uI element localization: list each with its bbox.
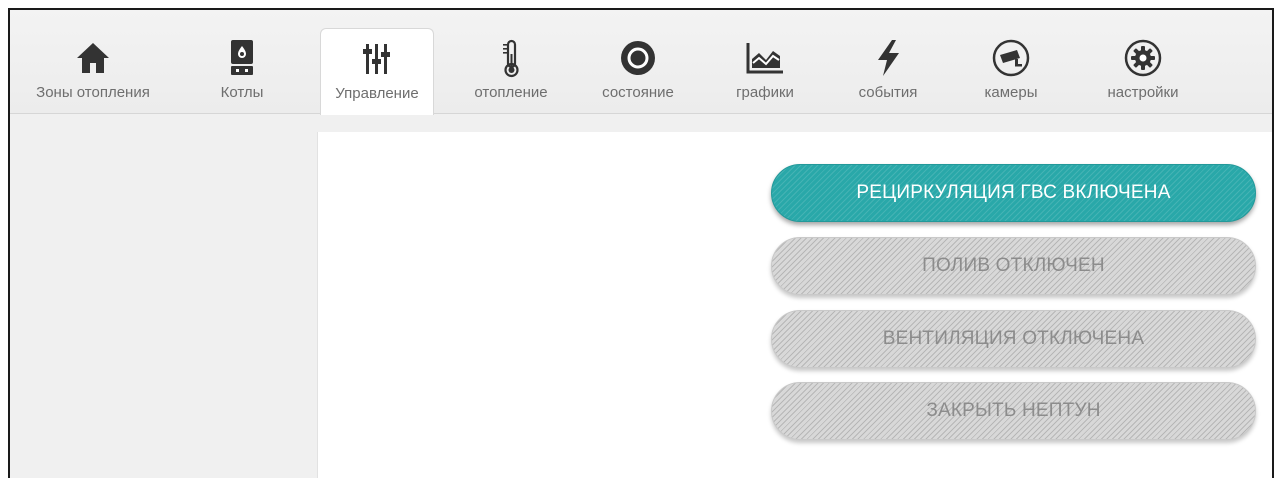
app-frame: Зоны отопления Котлы Управление отоплени… [8, 8, 1274, 478]
nav-item-status[interactable]: состояние [580, 28, 696, 114]
nav-item-label: состояние [602, 84, 674, 101]
nav-item-heating-zones[interactable]: Зоны отопления [18, 28, 168, 114]
irrigation-button[interactable]: ПОЛИВ ОТКЛЮЧЕН [771, 237, 1256, 295]
close-neptun-button[interactable]: ЗАКРЫТЬ НЕПТУН [771, 382, 1256, 440]
ventilation-button[interactable]: ВЕНТИЛЯЦИЯ ОТКЛЮЧЕНА [771, 310, 1256, 368]
nav-item-control[interactable]: Управление [320, 28, 434, 115]
camera-icon [989, 36, 1033, 80]
thermometer-icon [489, 36, 533, 80]
home-icon [71, 36, 115, 80]
button-label: ПОЛИВ ОТКЛЮЧЕН [922, 255, 1105, 276]
nav-item-boilers[interactable]: Котлы [200, 28, 284, 114]
gear-icon [1121, 36, 1165, 80]
nav-item-label: Управление [335, 85, 419, 102]
lightning-icon [866, 36, 910, 80]
button-label: ВЕНТИЛЯЦИЯ ОТКЛЮЧЕНА [882, 328, 1145, 349]
nav-item-label: Зоны отопления [36, 84, 150, 101]
nav-item-charts[interactable]: графики [720, 28, 810, 114]
nav-item-cameras[interactable]: камеры [965, 28, 1057, 114]
nav-item-settings[interactable]: настройки [1085, 28, 1201, 114]
button-label: РЕЦИРКУЛЯЦИЯ ГВС ВКЛЮЧЕНА [856, 182, 1171, 203]
dhw-recirculation-button[interactable]: РЕЦИРКУЛЯЦИЯ ГВС ВКЛЮЧЕНА [771, 164, 1256, 222]
control-panel: РЕЦИРКУЛЯЦИЯ ГВС ВКЛЮЧЕНА ПОЛИВ ОТКЛЮЧЕН… [317, 132, 1272, 478]
nav-item-heating[interactable]: отопление [460, 28, 562, 114]
nav-item-label: камеры [984, 84, 1038, 101]
sliders-icon [355, 37, 399, 81]
top-navbar: Зоны отопления Котлы Управление отоплени… [10, 10, 1272, 115]
nav-item-label: события [858, 84, 918, 101]
nav-item-label: настройки [1107, 84, 1179, 101]
nav-item-label: Котлы [220, 84, 264, 101]
nav-item-events[interactable]: события [840, 28, 936, 114]
circle-status-icon [616, 36, 660, 80]
boiler-icon [220, 36, 264, 80]
area-chart-icon [743, 36, 787, 80]
nav-item-label: отопление [474, 84, 548, 101]
button-label: ЗАКРЫТЬ НЕПТУН [926, 400, 1101, 421]
nav-item-label: графики [736, 84, 794, 101]
